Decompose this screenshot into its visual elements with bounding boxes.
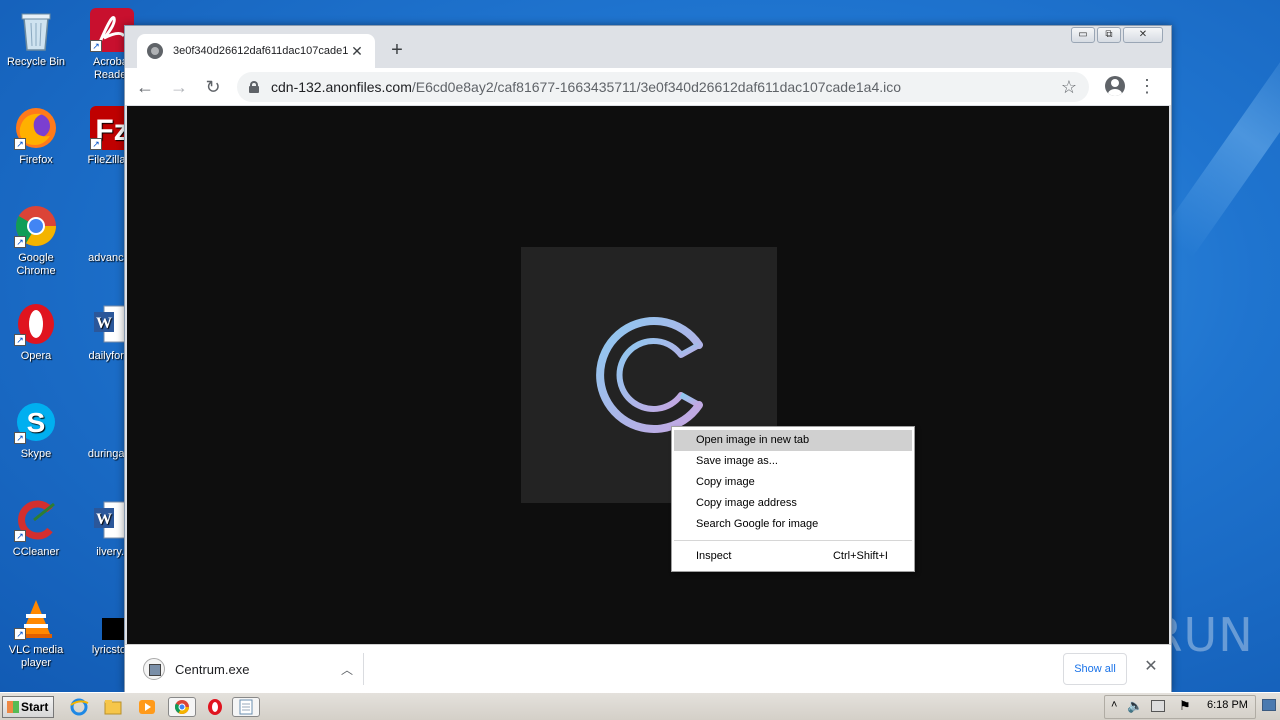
svg-text:W: W	[96, 511, 112, 528]
url-host: cdn-132.anonfiles.com	[271, 79, 412, 95]
tab-active[interactable]: 3e0f340d26612daf611dac107cade1 ✕	[137, 34, 375, 68]
opera-icon: ↗	[14, 302, 58, 346]
tab-title: 3e0f340d26612daf611dac107cade1	[173, 45, 349, 57]
volume-icon[interactable]: 🔈	[1127, 698, 1143, 714]
windows-flag-icon	[7, 701, 19, 713]
menu-save-image-as[interactable]: Save image as...	[672, 451, 914, 472]
url-text[interactable]: cdn-132.anonfiles.com/E6cd0e8ay2/caf8167…	[271, 79, 1061, 95]
back-arrow-icon[interactable]: ←	[131, 73, 159, 101]
skype-icon: S ↗	[14, 400, 58, 444]
desktop-icon-label: Opera	[20, 350, 52, 362]
shortcut-arrow-icon: ↗	[90, 138, 102, 150]
menu-copy-image[interactable]: Copy image	[672, 472, 914, 493]
desktop-icon-label: Skype	[20, 448, 52, 460]
notepad-taskbar-icon[interactable]	[232, 697, 260, 717]
desktop-icon-label: Recycle Bin	[6, 56, 66, 68]
clock[interactable]: 6:18 PM	[1207, 699, 1248, 711]
internet-explorer-icon[interactable]	[68, 697, 90, 717]
vlc-cone-icon: ↗	[14, 596, 58, 640]
ccleaner-icon: ↗	[14, 498, 58, 542]
desktop-icon-recycle-bin[interactable]: Recycle Bin	[0, 8, 72, 69]
reload-icon[interactable]: ↻	[199, 73, 227, 101]
menu-item-label: Copy image	[696, 476, 755, 488]
media-player-icon[interactable]	[136, 697, 158, 717]
exe-file-icon	[143, 658, 165, 680]
svg-text:S: S	[27, 407, 46, 438]
minimize-button[interactable]: ▭	[1071, 27, 1095, 43]
menu-item-shortcut: Ctrl+Shift+I	[832, 550, 888, 562]
start-label: Start	[21, 700, 49, 714]
image-viewer: Open image in new tab Save image as... C…	[127, 106, 1169, 644]
profile-avatar-icon[interactable]	[1105, 76, 1125, 96]
tab-strip: 3e0f340d26612daf611dac107cade1 ✕ + ▭ ⧉ ✕	[125, 26, 1171, 68]
menu-item-label: Open image in new tab	[696, 434, 810, 446]
shortcut-arrow-icon: ↗	[14, 138, 26, 150]
desktop-icon-skype[interactable]: S ↗ Skype	[0, 400, 72, 461]
menu-item-label: Search Google for image	[696, 518, 819, 530]
address-bar[interactable]: cdn-132.anonfiles.com/E6cd0e8ay2/caf8167…	[237, 72, 1089, 102]
menu-inspect[interactable]: Inspect Ctrl+Shift+I	[672, 546, 914, 567]
tab-close-icon[interactable]: ✕	[349, 43, 365, 60]
browser-window: 3e0f340d26612daf611dac107cade1 ✕ + ▭ ⧉ ✕…	[124, 25, 1172, 692]
network-icon[interactable]	[1151, 700, 1165, 712]
desktop-icon-opera[interactable]: ↗ Opera	[0, 302, 72, 363]
shortcut-arrow-icon: ↗	[14, 334, 26, 346]
context-menu: Open image in new tab Save image as... C…	[671, 426, 915, 572]
menu-kebab-icon[interactable]: ⋮	[1137, 74, 1157, 98]
globe-icon	[147, 43, 163, 59]
menu-item-label: Save image as...	[696, 455, 778, 467]
lock-icon[interactable]	[249, 81, 259, 93]
close-download-bar-icon[interactable]: ✕	[1141, 657, 1161, 677]
menu-item-label: Inspect	[696, 550, 732, 562]
menu-copy-image-address[interactable]: Copy image address	[672, 493, 914, 514]
opera-taskbar-icon[interactable]	[204, 697, 226, 717]
svg-text:W: W	[96, 315, 112, 332]
recycle-bin-icon	[14, 8, 58, 52]
menu-separator	[674, 540, 912, 541]
desktop-icon-label: Google Chrome	[16, 252, 56, 277]
desktop-icon-label: CCleaner	[12, 546, 60, 558]
restore-button[interactable]: ⧉	[1097, 27, 1121, 43]
download-bar: Centrum.exe ︿ Show all ✕	[125, 644, 1171, 692]
desktop-icon-ccleaner[interactable]: ↗ CCleaner	[0, 498, 72, 559]
menu-open-image-new-tab[interactable]: Open image in new tab	[674, 430, 912, 451]
forward-arrow-icon[interactable]: →	[165, 73, 193, 101]
window-controls: ▭ ⧉ ✕	[1071, 27, 1163, 43]
desktop-icon-google-chrome[interactable]: ↗ Google Chrome	[0, 204, 72, 278]
desktop-icon-label: VLC media player	[8, 644, 64, 669]
flag-icon[interactable]: ⚑	[1179, 698, 1191, 714]
chrome-taskbar-icon[interactable]	[168, 697, 196, 717]
download-file-name: Centrum.exe	[175, 661, 250, 677]
desktop-icon-firefox[interactable]: ↗ Firefox	[0, 106, 72, 167]
download-item[interactable]: Centrum.exe ︿	[143, 657, 353, 681]
shortcut-arrow-icon: ↗	[90, 40, 102, 52]
chrome-icon: ↗	[14, 204, 58, 248]
show-desktop-icon[interactable]	[1262, 699, 1276, 711]
taskbar: Start ˄ 🔈 ⚑ 6:18 PM	[0, 692, 1280, 720]
desktop-icon-vlc[interactable]: ↗ VLC media player	[0, 596, 72, 670]
browser-toolbar: ← → ↻ cdn-132.anonfiles.com/E6cd0e8ay2/c…	[125, 68, 1171, 105]
shortcut-arrow-icon: ↗	[14, 432, 26, 444]
wallpaper-streak	[1159, 22, 1280, 258]
start-button[interactable]: Start	[2, 696, 54, 718]
shortcut-arrow-icon: ↗	[14, 236, 26, 248]
url-path: /E6cd0e8ay2/caf81677-1663435711/3e0f340d…	[411, 79, 902, 95]
file-explorer-icon[interactable]	[102, 697, 124, 717]
chevron-up-icon[interactable]: ︿	[341, 661, 353, 678]
shortcut-arrow-icon: ↗	[14, 530, 26, 542]
close-window-button[interactable]: ✕	[1123, 27, 1163, 43]
new-tab-button[interactable]: +	[387, 40, 407, 60]
download-divider	[363, 653, 364, 685]
menu-item-label: Copy image address	[696, 497, 797, 509]
bookmark-star-icon[interactable]: ☆	[1061, 77, 1077, 98]
menu-search-google-for-image[interactable]: Search Google for image	[672, 514, 914, 535]
desktop-icon-label: Firefox	[19, 154, 53, 166]
show-all-button[interactable]: Show all	[1063, 653, 1127, 685]
shortcut-arrow-icon: ↗	[14, 628, 26, 640]
tray-expand-icon[interactable]: ˄	[1111, 699, 1117, 711]
firefox-icon: ↗	[14, 106, 58, 150]
